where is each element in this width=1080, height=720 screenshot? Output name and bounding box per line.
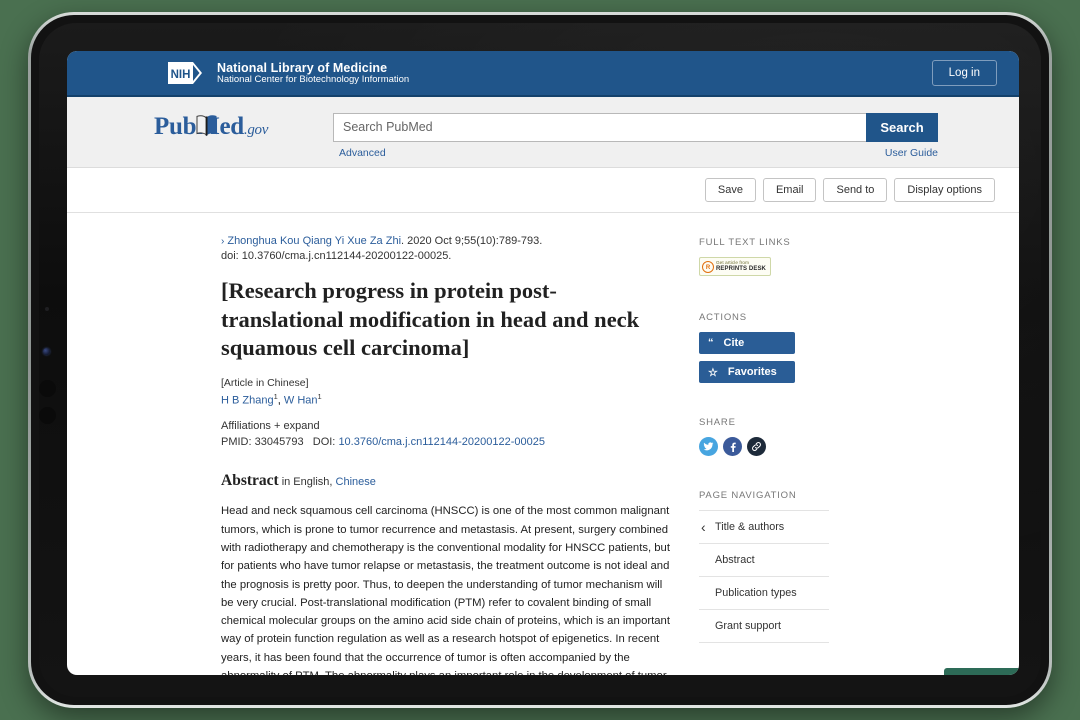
- share-row: [699, 437, 941, 456]
- twitter-icon[interactable]: [699, 437, 718, 456]
- tablet-device-frame: NIH National Library of Medicine Nationa…: [28, 12, 1052, 708]
- page-title: [Research progress in protein post-trans…: [221, 278, 640, 361]
- author-link-2[interactable]: W Han: [284, 394, 318, 406]
- nih-title-block: National Library of Medicine National Ce…: [217, 61, 409, 86]
- pubmed-logo-ed: ed: [219, 113, 244, 140]
- speaker-hole-upper: [39, 380, 56, 397]
- full-text-links-label: FULL TEXT LINKS: [699, 237, 791, 248]
- user-guide-link[interactable]: User Guide: [885, 147, 938, 159]
- quote-icon: “: [708, 337, 714, 349]
- expand-affiliations-button[interactable]: + expand: [274, 420, 320, 432]
- search-input[interactable]: [333, 112, 866, 142]
- search-band: PubMed.gov S: [67, 97, 1019, 168]
- cite-button-label: Cite: [723, 337, 745, 349]
- citation-details: . 2020 Oct 9;55(10):789-793.: [401, 235, 543, 247]
- pubmed-wordmark: PubMed.gov: [154, 113, 268, 141]
- chevron-right-icon: ›: [221, 236, 225, 247]
- svg-text:R: R: [706, 265, 711, 271]
- reprints-desk-icon: R: [702, 260, 714, 273]
- reprints-desk-text: Get article from REPRINTS DESK: [716, 261, 766, 272]
- share-label: SHARE: [699, 417, 736, 428]
- book-icon: [196, 114, 217, 137]
- abstract-heading-row: Abstract in English, Chinese: [221, 472, 671, 490]
- abstract-heading: Abstract: [221, 472, 279, 490]
- article-main-column: › Zhonghua Kou Qiang Yi Xue Za Zhi. 2020 …: [221, 233, 691, 675]
- save-button[interactable]: Save: [704, 178, 756, 202]
- pubmed-logo-pub: Pub: [154, 113, 197, 140]
- journal-citation: › Zhonghua Kou Qiang Yi Xue Za Zhi. 2020 …: [221, 233, 671, 250]
- pubmed-logo[interactable]: PubMed.gov: [148, 111, 333, 143]
- search-button[interactable]: Search: [866, 112, 938, 142]
- pubmed-logo-gov: .gov: [243, 122, 269, 138]
- actions-label: ACTIONS: [699, 312, 747, 323]
- star-icon: ☆: [708, 366, 718, 379]
- abstract-lang-note: in English,: [281, 476, 333, 489]
- affiliations-label: Affiliations: [221, 420, 271, 433]
- nav-item-abstract[interactable]: Abstract: [699, 544, 829, 577]
- nih-title-secondary: National Center for Biotechnology Inform…: [217, 73, 410, 85]
- nih-header-bar: NIH National Library of Medicine Nationa…: [67, 51, 1019, 97]
- journal-link[interactable]: Zhonghua Kou Qiang Yi Xue Za Zhi: [227, 235, 401, 247]
- pmid-label: PMID:: [221, 436, 252, 449]
- feedback-button[interactable]: Feedback: [943, 668, 1019, 675]
- reprints-desk-link[interactable]: R Get article from REPRINTS DESK: [699, 257, 771, 276]
- advanced-search-link[interactable]: Advanced: [339, 147, 386, 159]
- doi-label: DOI:: [312, 436, 336, 449]
- nih-logo[interactable]: NIH National Library of Medicine Nationa…: [168, 61, 409, 86]
- abstract-text: Head and neck squamous cell carcinoma (H…: [221, 505, 670, 675]
- author-affiliation-marker-2: 1: [317, 391, 322, 401]
- author-affiliation-marker-1: 1: [273, 391, 278, 401]
- article-content: › Zhonghua Kou Qiang Yi Xue Za Zhi. 2020 …: [67, 213, 1019, 675]
- nih-title-primary: National Library of Medicine: [217, 60, 388, 75]
- favorites-button-label: Favorites: [727, 366, 777, 378]
- search-row: PubMed.gov S: [148, 111, 938, 143]
- cite-button[interactable]: “ Cite: [699, 332, 795, 354]
- abstract-chinese-link[interactable]: Chinese: [336, 476, 376, 488]
- author-list: H B Zhang1, W Han1: [221, 391, 322, 407]
- identifiers-row: PMID: 33045793 DOI: 10.3760/cma.j.cn1121…: [221, 436, 671, 448]
- tablet-bezel: NIH National Library of Medicine Nationa…: [31, 15, 1049, 705]
- speaker-hole-lower: [39, 407, 56, 424]
- permalink-icon[interactable]: [747, 437, 766, 456]
- log-in-button[interactable]: Log in: [931, 60, 997, 86]
- tablet-screen: NIH National Library of Medicine Nationa…: [67, 51, 1019, 675]
- display-options-button[interactable]: Display options: [894, 178, 995, 202]
- citation-doi-line: doi: 10.3760/cma.j.cn112144-20200122-000…: [221, 250, 452, 263]
- nav-item-publication-types[interactable]: Publication types: [699, 577, 829, 610]
- doi-link[interactable]: 10.3760/cma.j.cn112144-20200122-00025: [338, 436, 545, 448]
- affiliations-row: Affiliations + expand: [221, 420, 671, 432]
- email-button[interactable]: Email: [762, 178, 817, 202]
- favorites-button[interactable]: ☆ Favorites: [699, 361, 795, 383]
- page-navigation-label: PAGE NAVIGATION: [699, 490, 797, 501]
- facebook-icon[interactable]: [723, 437, 742, 456]
- article-language-note: [Article in Chinese]: [221, 376, 309, 389]
- nih-logo-icon: NIH: [168, 62, 208, 84]
- search-sub-row: Advanced User Guide: [148, 143, 938, 159]
- article-sidebar: FULL TEXT LINKS R Get article from REPRI…: [691, 233, 941, 675]
- send-to-button[interactable]: Send to: [823, 178, 888, 202]
- svg-text:NIH: NIH: [171, 69, 191, 81]
- reprints-desk-line2: REPRINTS DESK: [716, 265, 766, 272]
- nav-item-title-authors[interactable]: Title & authors: [699, 511, 829, 544]
- article-action-bar: Save Email Send to Display options: [67, 168, 1019, 213]
- pmid-value: 33045793: [254, 436, 304, 449]
- sensor-dot-small: [45, 307, 49, 311]
- nav-item-grant-support[interactable]: Grant support: [699, 610, 829, 643]
- front-camera-icon: [43, 348, 50, 355]
- page-navigation-list: Title & authors Abstract Publication typ…: [699, 510, 829, 643]
- author-link-1[interactable]: H B Zhang: [221, 394, 274, 406]
